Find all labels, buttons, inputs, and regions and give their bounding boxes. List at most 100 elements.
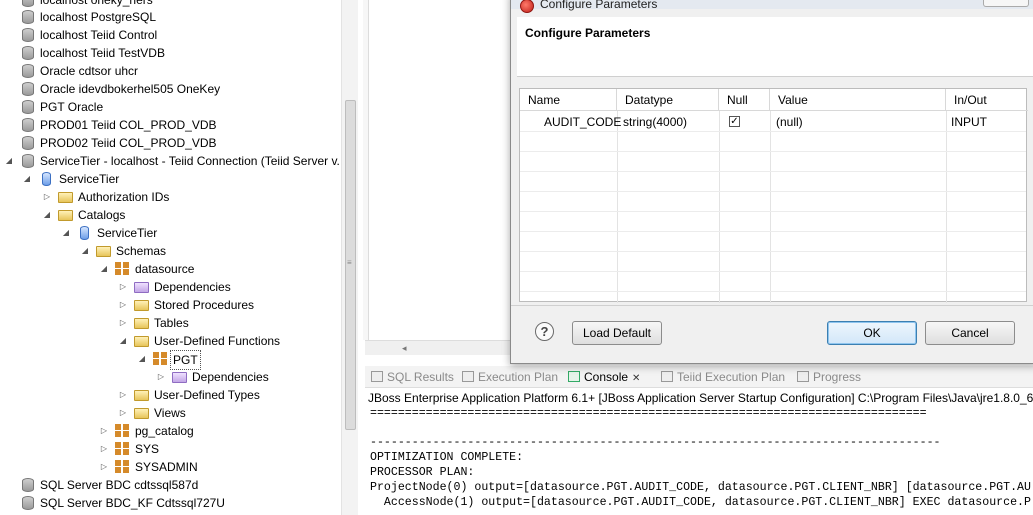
dialog-heading: Configure Parameters: [525, 26, 651, 40]
collapse-arrow-icon[interactable]: ▷: [156, 368, 166, 386]
console-tab-bar: SQL Results Execution Plan Console ✕ Teii…: [365, 366, 1033, 388]
scroll-left-icon[interactable]: ◂: [402, 343, 407, 353]
param-datatype-cell[interactable]: string(4000): [623, 112, 687, 132]
configure-parameters-dialog: Configure Parameters Configure Parameter…: [510, 0, 1033, 364]
database-icon: [22, 118, 34, 132]
folder-icon: [58, 192, 73, 203]
tab-execution-plan[interactable]: Execution Plan: [462, 369, 558, 387]
tab-label: Progress: [813, 370, 862, 384]
tree-item-label: ServiceTier: [97, 226, 158, 240]
database-icon: [22, 46, 34, 60]
tab-progress[interactable]: Progress: [797, 369, 861, 387]
grid-line: [520, 151, 1026, 152]
dialog-titlebar[interactable]: Configure Parameters: [511, 0, 1033, 13]
collapse-arrow-icon[interactable]: ▷: [42, 188, 52, 206]
schema-icon: [115, 424, 130, 438]
grid-line: [520, 291, 1026, 292]
expand-arrow-icon[interactable]: ◢: [61, 224, 71, 242]
column-header-datatype[interactable]: Datatype: [617, 89, 719, 111]
collapse-arrow-icon[interactable]: ▷: [118, 386, 128, 404]
folder-icon: [96, 246, 111, 257]
tree-item-label: User-Defined Types: [154, 388, 260, 402]
sql-results-icon: [371, 371, 383, 382]
param-name-cell[interactable]: AUDIT_CODE: [544, 112, 621, 132]
tree-item-label: Oracle idevdbokerhel505 OneKey: [40, 82, 221, 96]
grid-line: [520, 271, 1026, 272]
execution-plan-icon: [462, 371, 474, 382]
tree-item-label: ServiceTier: [59, 172, 120, 186]
collapse-arrow-icon[interactable]: ▷: [99, 440, 109, 458]
column-header-null[interactable]: Null: [719, 89, 770, 111]
dialog-divider: [511, 305, 1033, 306]
tree-item-label: PGT Oracle: [40, 100, 104, 114]
collapse-arrow-icon[interactable]: ▷: [118, 278, 128, 296]
load-default-button[interactable]: Load Default: [572, 321, 662, 345]
console-line: AccessNode(1) output=[datasource.PGT.AUD…: [370, 496, 1031, 509]
collapse-arrow-icon[interactable]: ▷: [99, 458, 109, 476]
tab-label: SQL Results: [387, 370, 454, 384]
database-icon: [42, 172, 51, 186]
folder-icon: [134, 336, 149, 347]
grid-line: [520, 191, 1026, 192]
connected-database-icon: [22, 154, 34, 168]
console-line: ========================================…: [370, 407, 927, 420]
database-icon: [80, 226, 89, 240]
column-header-name[interactable]: Name: [520, 89, 617, 111]
tree-item-label: SYSADMIN: [135, 460, 198, 474]
expand-arrow-icon[interactable]: ◢: [80, 242, 90, 260]
param-inout-cell[interactable]: INPUT: [951, 112, 987, 132]
collapse-arrow-icon[interactable]: ▷: [118, 296, 128, 314]
tree-item-label: Oracle cdtsor uhcr: [40, 64, 139, 78]
tab-sql-results[interactable]: SQL Results: [371, 369, 454, 387]
grid-line: [946, 111, 947, 303]
ok-button[interactable]: OK: [827, 321, 917, 345]
console-line: ProjectNode(0) output=[datasource.PGT.AU…: [370, 481, 1031, 494]
database-icon: [22, 0, 34, 7]
tree-item-label: Views: [154, 406, 186, 420]
console-line: PROCESSOR PLAN:: [370, 466, 475, 479]
grid-line: [719, 111, 720, 303]
expand-arrow-icon[interactable]: ◢: [4, 152, 14, 170]
folder-icon: [172, 372, 187, 383]
dialog-close-button[interactable]: [983, 0, 1029, 7]
collapse-arrow-icon[interactable]: ▷: [118, 404, 128, 422]
dialog-banner: Configure Parameters: [517, 17, 1033, 77]
console-output[interactable]: JBoss Enterprise Application Platform 6.…: [365, 389, 1033, 515]
connection-tree: localhost oneky_hers localhost PostgreSQ…: [0, 0, 358, 515]
cancel-button[interactable]: Cancel: [925, 321, 1015, 345]
tree-item-label: localhost Teiid Control: [40, 28, 158, 42]
help-icon[interactable]: ?: [535, 322, 554, 341]
column-header-value[interactable]: Value: [770, 89, 946, 111]
expand-arrow-icon[interactable]: ◢: [118, 332, 128, 350]
tree-item-label: PGT: [170, 350, 201, 370]
folder-icon: [134, 390, 149, 401]
expand-arrow-icon[interactable]: ◢: [99, 260, 109, 278]
close-icon[interactable]: ✕: [632, 373, 640, 384]
expand-arrow-icon[interactable]: ◢: [22, 170, 32, 188]
column-header-inout[interactable]: In/Out: [946, 89, 1028, 111]
tree-item-label: Dependencies: [154, 280, 231, 294]
schema-icon: [115, 262, 130, 276]
expand-arrow-icon[interactable]: ◢: [137, 350, 147, 368]
progress-icon: [797, 371, 809, 382]
tree-item-label: SQL Server BDC_KF Cdtssql727U: [40, 496, 225, 510]
expand-arrow-icon[interactable]: ◢: [42, 206, 52, 224]
database-icon: [22, 496, 34, 510]
tree-item-label: datasource: [135, 262, 195, 276]
parameters-table: Name Datatype Null Value In/Out AUDIT_CO…: [519, 88, 1028, 303]
tree-item-label: Tables: [154, 316, 189, 330]
database-icon: [22, 100, 34, 114]
param-value-cell[interactable]: (null): [776, 112, 803, 132]
folder-icon: [134, 300, 149, 311]
collapse-arrow-icon[interactable]: ▷: [118, 314, 128, 332]
tree-vertical-scrollbar[interactable]: ≡: [341, 0, 358, 515]
collapse-arrow-icon[interactable]: ▷: [99, 422, 109, 440]
tree-item-label: pg_catalog: [135, 424, 194, 438]
tab-teiid-execution-plan[interactable]: Teiid Execution Plan: [661, 369, 785, 387]
grid-line: [770, 111, 771, 303]
null-checkbox[interactable]: ✓: [729, 116, 740, 127]
tree-item-label: PROD01 Teiid COL_PROD_VDB: [40, 118, 217, 132]
tab-console[interactable]: Console ✕: [568, 369, 640, 387]
tab-label: Execution Plan: [478, 370, 559, 384]
editor-horizontal-scrollbar[interactable]: ◂: [365, 340, 515, 355]
